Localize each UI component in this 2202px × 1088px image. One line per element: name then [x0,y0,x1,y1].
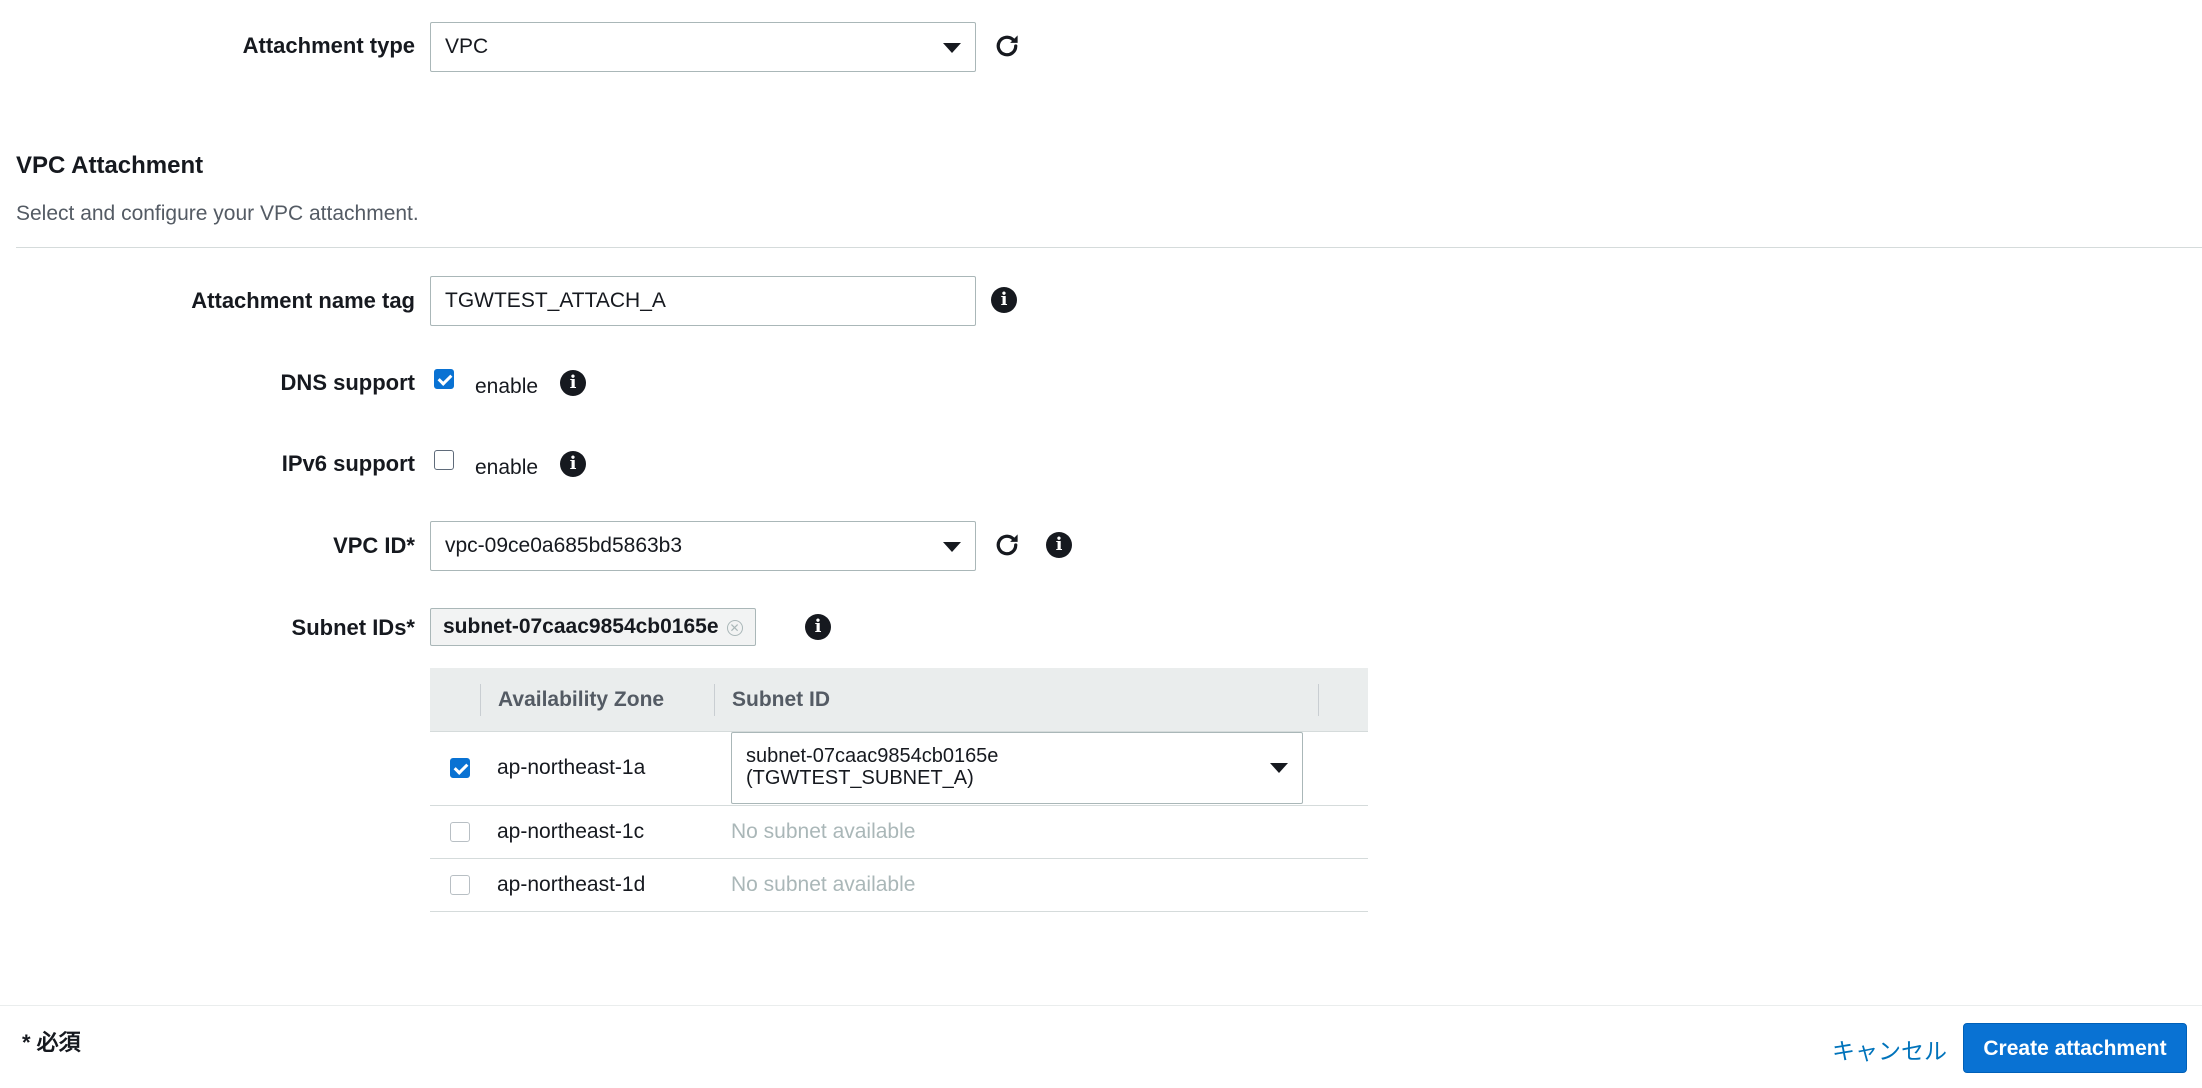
table-row: ap-northeast-1c No subnet available [430,806,1368,859]
footer-divider [0,1005,2202,1006]
dns-support-option-label: enable [475,375,539,398]
section-description: Select and configure your VPC attachment… [16,202,419,225]
caret-down-icon [943,542,961,552]
row-checkbox[interactable] [450,758,470,778]
row-checkbox[interactable] [450,822,470,842]
subnet-unavailable-text: No subnet available [731,873,916,896]
section-divider [16,247,2202,248]
attachment-type-select[interactable]: VPC [430,22,976,72]
subnet-ids-label: Subnet IDs* [291,615,415,640]
column-separator [480,684,481,716]
vpc-id-select[interactable]: vpc-09ce0a685bd5863b3 [430,521,976,571]
column-separator [1318,684,1319,716]
column-header-subnet-id: Subnet ID [732,688,830,711]
subnet-token-label: subnet-07caac9854cb0165e [443,615,719,638]
create-attachment-button[interactable]: Create attachment [1963,1023,2187,1073]
subnet-table: Availability Zone Subnet ID ap-northeast… [430,668,1368,912]
required-note: * 必須 [22,1030,81,1055]
column-header-availability-zone: Availability Zone [498,688,665,711]
subnet-token: subnet-07caac9854cb0165e ✕ [430,608,756,646]
dns-support-label: DNS support [280,370,415,395]
info-icon[interactable]: i [560,451,586,477]
subnet-select-line2: (TGWTEST_SUBNET_A) [746,767,974,789]
name-tag-input[interactable] [430,276,976,326]
table-row: ap-northeast-1a subnet-07caac9854cb0165e… [430,732,1368,806]
availability-zone-cell: ap-northeast-1d [497,873,646,896]
refresh-icon[interactable] [992,530,1022,560]
table-header: Availability Zone Subnet ID [430,668,1368,732]
column-separator [714,684,715,716]
ipv6-support-option-label: enable [475,456,539,479]
subnet-select[interactable]: subnet-07caac9854cb0165e (TGWTEST_SUBNET… [731,732,1303,804]
info-icon[interactable]: i [991,287,1017,313]
vpc-id-label: VPC ID* [333,533,415,558]
remove-token-icon[interactable]: ✕ [726,620,743,636]
refresh-icon[interactable] [992,31,1022,61]
availability-zone-cell: ap-northeast-1a [497,756,646,779]
info-icon[interactable]: i [1046,532,1072,558]
subnet-select-line1: subnet-07caac9854cb0165e [746,745,999,767]
name-tag-label: Attachment name tag [191,288,415,313]
row-checkbox[interactable] [450,875,470,895]
ipv6-support-label: IPv6 support [281,451,415,476]
table-row: ap-northeast-1d No subnet available [430,859,1368,912]
section-title: VPC Attachment [16,152,204,179]
availability-zone-cell: ap-northeast-1c [497,820,645,843]
caret-down-icon [1270,763,1288,773]
vpc-id-value: vpc-09ce0a685bd5863b3 [445,534,683,557]
info-icon[interactable]: i [805,614,831,640]
info-icon[interactable]: i [560,370,586,396]
ipv6-support-checkbox[interactable] [434,450,454,470]
dns-support-checkbox[interactable] [434,369,454,389]
caret-down-icon [943,43,961,53]
attachment-type-label: Attachment type [242,33,415,58]
cancel-button[interactable]: キャンセル [1832,1032,1947,1066]
attachment-type-value: VPC [445,35,489,58]
subnet-unavailable-text: No subnet available [731,820,916,843]
